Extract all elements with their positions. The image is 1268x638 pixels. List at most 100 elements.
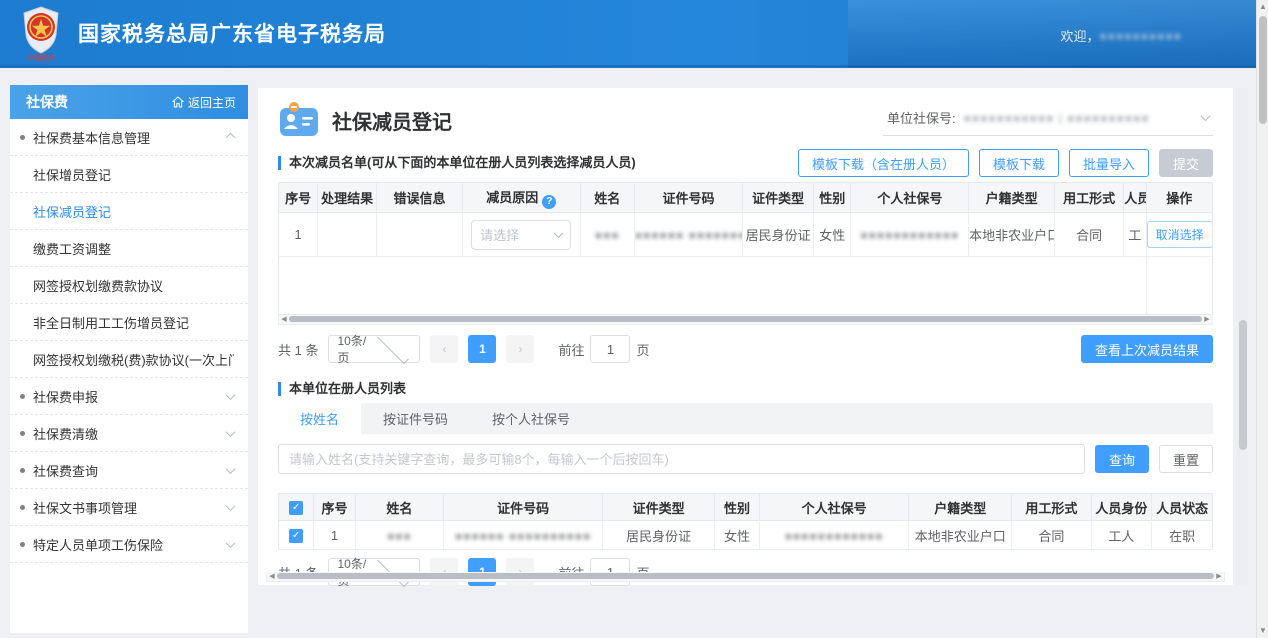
col-hukou: 户籍类型 xyxy=(909,494,1012,521)
main-content: 社保减员登记 单位社保号: ●●●●●●●●●●● | ●●●●●●●●●● 本… xyxy=(258,88,1233,585)
id-number-masked: ●●●●●● ●●●●●●●●●● xyxy=(455,529,591,543)
help-icon[interactable] xyxy=(542,195,556,209)
col-person: 人员 xyxy=(1124,183,1146,213)
bullet-icon xyxy=(20,505,25,510)
bullet-icon xyxy=(20,394,25,399)
col-hukou: 户籍类型 xyxy=(969,183,1055,213)
chevron-down-icon xyxy=(226,427,236,437)
vscroll-thumb[interactable] xyxy=(1239,320,1247,450)
per-page-select[interactable]: 10条/页 xyxy=(328,335,420,363)
view-last-result-button[interactable]: 查看上次减员结果 xyxy=(1081,335,1213,363)
sidebar-group-special-injury[interactable]: 特定人员单项工伤保险 xyxy=(10,526,248,563)
goto-label: 前往 xyxy=(558,340,584,359)
tax-bureau-logo-icon: 中国税务 xyxy=(18,5,64,61)
roster-table-header-row: 序号 姓名 证件号码 证件类型 性别 个人社保号 户籍类型 用工形式 人员身份 … xyxy=(279,494,1213,521)
sidebar-item-online-agreement[interactable]: 网签授权划缴费款协议 xyxy=(10,267,248,304)
batch-import-button[interactable]: 批量导入 xyxy=(1069,149,1149,177)
row-checkbox[interactable] xyxy=(289,529,303,543)
reduction-table-hscrollbar[interactable]: ◀ ▶ xyxy=(278,315,1213,325)
search-button[interactable]: 查询 xyxy=(1095,445,1149,473)
col-error: 错误信息 xyxy=(377,183,463,213)
chevron-down-icon xyxy=(554,228,564,238)
sidebar-group-query[interactable]: 社保费查询 xyxy=(10,452,248,489)
roster-table: 序号 姓名 证件号码 证件类型 性别 个人社保号 户籍类型 用工形式 人员身份 … xyxy=(278,493,1213,550)
scroll-right-arrow-icon[interactable]: ▶ xyxy=(1202,315,1212,323)
template-download-button[interactable]: 模板下载 xyxy=(979,149,1059,177)
goto-page-input[interactable] xyxy=(590,335,630,363)
content-vscrollbar[interactable] xyxy=(1238,88,1248,585)
unit-social-number-label: 单位社保号: xyxy=(887,108,956,127)
page-title: 社保减员登记 xyxy=(332,106,883,135)
col-id-number: 证件号码 xyxy=(634,183,742,213)
col-seq: 序号 xyxy=(279,183,318,213)
chevron-down-icon xyxy=(226,390,236,400)
sidebar-item-reduce-member[interactable]: 社保减员登记 xyxy=(10,193,248,230)
tab-by-social-number[interactable]: 按个人社保号 xyxy=(470,403,592,434)
user-name-masked: ●●●●●●●●●● xyxy=(1100,29,1182,43)
unit-social-number-selector[interactable]: 单位社保号: ●●●●●●●●●●● | ●●●●●●●●●● xyxy=(883,104,1213,136)
reduction-section-title: 本次减员名单(可从下面的本单位在册人员列表选择减员人员) xyxy=(278,156,788,170)
next-page-button[interactable]: › xyxy=(506,335,534,363)
col-social-number: 个人社保号 xyxy=(851,183,969,213)
reduce-member-icon xyxy=(278,102,322,138)
back-home-link[interactable]: 返回主页 xyxy=(172,94,236,111)
reset-button[interactable]: 重置 xyxy=(1159,445,1213,473)
name-masked: ●●● xyxy=(387,529,412,543)
roster-table-row: 1 ●●● ●●●●●● ●●●●●●●●●● 居民身份证 女性 ●●●●●●●… xyxy=(279,521,1213,550)
chevron-down-icon xyxy=(226,501,236,511)
template-download-with-staff-button[interactable]: 模板下载（含在册人员） xyxy=(798,149,969,177)
total-count: 共 1 条 xyxy=(278,340,318,359)
tab-by-name[interactable]: 按姓名 xyxy=(278,403,361,434)
page-vscroll-thumb[interactable] xyxy=(1259,16,1267,124)
social-number-masked: ●●●●●●●●●●●● xyxy=(785,529,884,543)
name-search-input[interactable] xyxy=(278,444,1085,474)
sidebar-item-parttime-injury[interactable]: 非全日制用工工伤增员登记 xyxy=(10,304,248,341)
tab-by-id-number[interactable]: 按证件号码 xyxy=(361,403,470,434)
sidebar-group-documents[interactable]: 社保文书事项管理 xyxy=(10,489,248,526)
reason-select[interactable]: 请选择 xyxy=(471,220,571,250)
chevron-down-icon xyxy=(1201,111,1211,121)
hscroll-thumb[interactable] xyxy=(289,316,1202,322)
scroll-up-arrow-icon[interactable]: ▲ xyxy=(1257,0,1268,14)
logo-caption: 中国税务 xyxy=(18,53,64,63)
scroll-left-arrow-icon[interactable]: ◀ xyxy=(279,315,289,323)
id-number-masked: ●●●●●● ●●●●●●●●●● xyxy=(635,228,743,242)
prev-page-button[interactable]: ‹ xyxy=(430,335,458,363)
sidebar-title: 社保费 xyxy=(26,92,172,112)
col-employment: 用工形式 xyxy=(1055,183,1124,213)
col-reason: 减员原因 xyxy=(462,183,580,213)
sidebar-group-settle[interactable]: 社保费清缴 xyxy=(10,415,248,452)
hscroll-thumb[interactable] xyxy=(277,573,1214,579)
submit-button[interactable]: 提交 xyxy=(1159,149,1213,177)
current-page-button[interactable]: 1 xyxy=(468,335,496,363)
sidebar-item-add-member[interactable]: 社保增员登记 xyxy=(10,156,248,193)
bullet-icon xyxy=(20,468,25,473)
col-employment: 用工形式 xyxy=(1012,494,1091,521)
sidebar-group-declare[interactable]: 社保费申报 xyxy=(10,378,248,415)
chevron-up-icon xyxy=(226,132,236,142)
main-content-hscrollbar[interactable]: ◀ ▶ xyxy=(266,572,1225,582)
sidebar-item-wage-adjust[interactable]: 缴费工资调整 xyxy=(10,230,248,267)
sidebar-group-basic-info[interactable]: 社保费基本信息管理 xyxy=(10,119,248,156)
scroll-right-arrow-icon[interactable]: ▶ xyxy=(1214,572,1224,580)
empty-table-space xyxy=(279,257,1213,315)
name-masked: ●●● xyxy=(595,228,620,242)
scroll-down-arrow-icon[interactable]: ▼ xyxy=(1257,624,1268,638)
col-gender: 性别 xyxy=(715,494,760,521)
reduction-table-header-row: 序号 处理结果 错误信息 减员原因 姓名 证件号码 证件类型 性别 个人社保号 … xyxy=(279,183,1213,213)
social-number-masked: ●●●●●●●●●●●● xyxy=(860,228,959,242)
reduction-pagination: 共 1 条 10条/页 ‹ 1 › 前往 页 xyxy=(278,335,1081,363)
col-id-type: 证件类型 xyxy=(743,183,814,213)
select-all-checkbox[interactable] xyxy=(289,501,303,515)
page-unit-label: 页 xyxy=(636,340,649,359)
col-id-number: 证件号码 xyxy=(444,494,603,521)
col-name: 姓名 xyxy=(580,183,634,213)
roster-section-title: 本单位在册人员列表 xyxy=(278,382,1213,396)
scroll-left-arrow-icon[interactable]: ◀ xyxy=(267,572,277,580)
sidebar-item-tax-agreement-onetrip[interactable]: 网签授权划缴税(费)款协议(一次上门) xyxy=(10,341,248,378)
page-vscrollbar[interactable]: ▲ ▼ xyxy=(1256,0,1268,638)
cancel-selection-button[interactable]: 取消选择 xyxy=(1147,221,1213,248)
col-social-number: 个人社保号 xyxy=(759,494,908,521)
col-identity: 人员身份 xyxy=(1091,494,1152,521)
welcome-prefix: 欢迎， xyxy=(1061,26,1100,45)
